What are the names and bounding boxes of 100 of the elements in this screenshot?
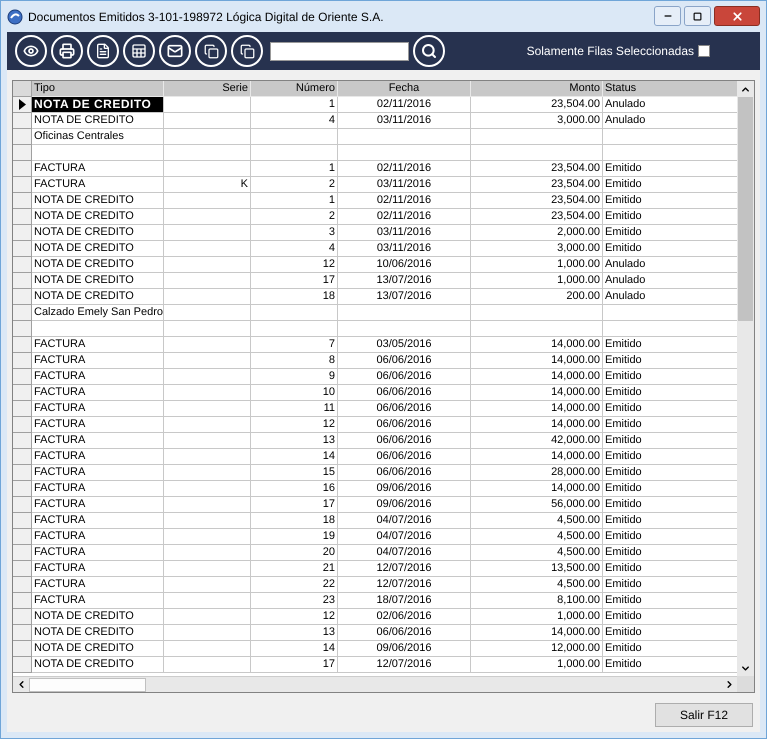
table-cell: 23,504.00 (471, 161, 603, 177)
table-cell: 13 (251, 433, 338, 449)
vertical-scrollbar[interactable] (737, 81, 754, 676)
scroll-thumb[interactable] (738, 97, 753, 321)
table-cell: 13/07/2016 (338, 289, 471, 305)
table-cell: Anulado (603, 289, 738, 305)
maximize-icon (693, 12, 702, 20)
table-cell: NOTA DE CREDITO (32, 113, 164, 129)
table-cell: NOTA DE CREDITO (32, 209, 164, 225)
table-cell: 12/07/2016 (338, 577, 471, 593)
table-cell: FACTURA (32, 513, 164, 529)
table-cell: Emitido (603, 609, 738, 625)
table-cell: NOTA DE CREDITO (32, 641, 164, 657)
horizontal-scrollbar[interactable] (13, 676, 738, 692)
table-cell: FACTURA (32, 545, 164, 561)
table-cell: 02/11/2016 (338, 97, 471, 113)
print-button[interactable] (51, 35, 83, 67)
table-cell: Anulado (603, 257, 738, 273)
table-cell: FACTURA (32, 481, 164, 497)
email-button[interactable] (159, 35, 191, 67)
table-cell: 17 (251, 497, 338, 513)
table-cell: Emitido (603, 225, 738, 241)
table-cell: FACTURA (32, 337, 164, 353)
table-cell: 02/06/2016 (338, 609, 471, 625)
table-cell: 04/07/2016 (338, 513, 471, 529)
table-cell: Emitido (603, 465, 738, 481)
table-cell: Emitido (603, 433, 738, 449)
table-cell: 02/11/2016 (338, 193, 471, 209)
table-cell: NOTA DE CREDITO (32, 609, 164, 625)
table-cell: Emitido (603, 449, 738, 465)
maximize-button[interactable] (684, 6, 711, 26)
table-cell: K (164, 177, 251, 193)
table-cell: NOTA DE CREDITO (32, 657, 164, 673)
table-cell: 03/11/2016 (338, 113, 471, 129)
table-cell: 15 (251, 465, 338, 481)
table-cell: FACTURA (32, 593, 164, 609)
copy-button[interactable] (195, 35, 227, 67)
table-cell: 8,100.00 (471, 593, 603, 609)
close-button[interactable] (714, 6, 760, 26)
table-cell: 3,000.00 (471, 113, 603, 129)
exit-button[interactable]: Salir F12 (655, 703, 753, 727)
table-cell: 02/11/2016 (338, 209, 471, 225)
table-cell: Emitido (603, 529, 738, 545)
table-cell: 3 (251, 225, 338, 241)
table-cell: NOTA DE CREDITO (32, 625, 164, 641)
table-cell: 42,000.00 (471, 433, 603, 449)
table-cell: FACTURA (32, 561, 164, 577)
table-cell: 14,000.00 (471, 417, 603, 433)
table-cell: Emitido (603, 641, 738, 657)
eye-icon (23, 43, 39, 59)
table-cell: 14,000.00 (471, 337, 603, 353)
table-cell: 18/07/2016 (338, 593, 471, 609)
copy-icon (240, 44, 254, 58)
table-cell: Emitido (603, 161, 738, 177)
table-cell: 1 (251, 193, 338, 209)
table-cell: 18 (251, 513, 338, 529)
table-cell: 56,000.00 (471, 497, 603, 513)
table-cell: 11 (251, 401, 338, 417)
search-button[interactable] (413, 35, 445, 67)
table-cell: 14,000.00 (471, 449, 603, 465)
table-cell: 06/06/2016 (338, 433, 471, 449)
table-cell: 14,000.00 (471, 625, 603, 641)
table-cell: 23,504.00 (471, 209, 603, 225)
table-cell: 23,504.00 (471, 193, 603, 209)
table-cell: 13 (251, 625, 338, 641)
table-cell: NOTA DE CREDITO (32, 97, 164, 113)
table-cell: Emitido (603, 369, 738, 385)
table-cell: FACTURA (32, 529, 164, 545)
table-cell: 09/06/2016 (338, 497, 471, 513)
copy-icon (204, 44, 218, 58)
table-cell: 06/06/2016 (338, 417, 471, 433)
word-export-button[interactable] (87, 35, 119, 67)
table-cell: 14 (251, 641, 338, 657)
table-cell: 2 (251, 177, 338, 193)
excel-export-button[interactable] (123, 35, 155, 67)
row-indicator[interactable] (13, 97, 32, 113)
filter-checkbox[interactable] (698, 45, 710, 57)
table-cell: FACTURA (32, 449, 164, 465)
table-cell: Oficinas Centrales (32, 129, 164, 145)
search-field[interactable] (270, 42, 409, 60)
envelope-icon (167, 43, 183, 59)
table-cell: 03/11/2016 (338, 241, 471, 257)
view-button[interactable] (15, 35, 47, 67)
table-cell: Emitido (603, 337, 738, 353)
scroll-thumb[interactable] (29, 678, 146, 692)
table-cell: FACTURA (32, 385, 164, 401)
table-cell: Emitido (603, 625, 738, 641)
copy-button[interactable] (231, 35, 263, 67)
table-cell: 23,504.00 (471, 97, 603, 113)
table-cell: 17 (251, 273, 338, 289)
table-cell: 12,000.00 (471, 641, 603, 657)
table-cell: Emitido (603, 577, 738, 593)
table-cell: Emitido (603, 385, 738, 401)
table-cell: 13,500.00 (471, 561, 603, 577)
table-cell: 12 (251, 417, 338, 433)
table-cell: 09/06/2016 (338, 481, 471, 497)
table-cell: Anulado (603, 273, 738, 289)
table-cell: 22 (251, 577, 338, 593)
table-cell: 2,000.00 (471, 225, 603, 241)
table-cell: 4,500.00 (471, 545, 603, 561)
